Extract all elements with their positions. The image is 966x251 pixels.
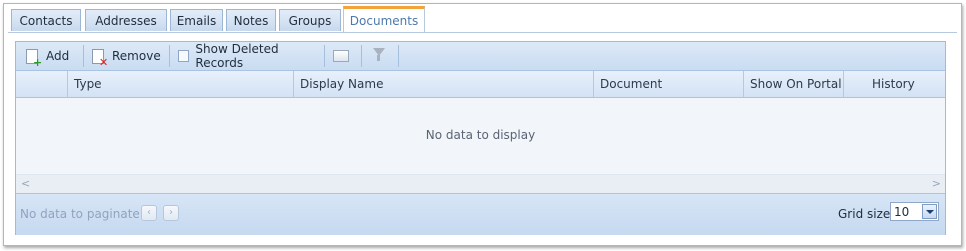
column-header-type[interactable]: Type [68,71,294,97]
toolbar-separator [169,45,170,67]
header-blank-cell [16,71,68,97]
tab-divider [8,32,957,33]
remove-button-label: Remove [112,49,161,63]
tab-notes[interactable]: Notes [226,9,276,31]
column-header-display-name[interactable]: Display Name [294,71,594,97]
remove-button[interactable]: ✕ Remove [86,45,166,68]
grid-header: Type Display Name Document Show On Porta… [16,71,945,98]
next-page-button[interactable]: › [163,205,179,221]
toolbar-separator [324,45,325,67]
show-deleted-label: Show Deleted Records [195,42,279,70]
tab-groups[interactable]: Groups [279,9,341,31]
tab-addresses[interactable]: Addresses [85,9,167,31]
tab-emails[interactable]: Emails [170,9,223,31]
add-button[interactable]: + Add [20,45,80,68]
documents-panel: Contacts Addresses Emails Notes Groups D… [3,3,962,246]
show-deleted-toggle[interactable]: Show Deleted Records [172,42,322,70]
grid-size-select[interactable]: 10 [890,202,939,221]
column-header-document[interactable]: Document [594,71,744,97]
grid-size-value: 10 [894,205,910,219]
column-header-history[interactable]: History [844,71,945,97]
filter-icon-stem [377,55,380,61]
column-chooser-icon[interactable] [333,50,349,62]
scroll-right-icon[interactable]: > [932,177,941,190]
toolbar-separator [83,45,84,67]
chevron-down-icon[interactable] [922,204,937,219]
grid-body: No data to display [16,98,945,174]
toolbar-separator [398,45,399,67]
prev-page-button[interactable]: ‹ [141,205,157,221]
empty-grid-message: No data to display [425,128,536,142]
toolbar-separator [361,45,362,67]
column-header-show-on-portal[interactable]: Show On Portal [744,71,844,97]
documents-grid: + Add ✕ Remove Show Deleted Records Type [15,41,946,235]
add-document-icon: + [26,48,42,68]
remove-document-icon: ✕ [92,48,108,68]
grid-pager: No data to paginate ‹ › Grid size: 10 [16,193,945,235]
show-deleted-checkbox[interactable] [178,50,190,62]
scroll-left-icon[interactable]: < [21,177,30,190]
tab-contacts[interactable]: Contacts [11,9,81,31]
horizontal-scrollbar[interactable]: < > [16,174,945,193]
tab-documents[interactable]: Documents [343,6,425,33]
add-button-label: Add [46,49,70,63]
pager-status: No data to paginate [20,207,140,221]
grid-toolbar: + Add ✕ Remove Show Deleted Records [16,42,945,71]
grid-size-label: Grid size: [838,207,895,221]
